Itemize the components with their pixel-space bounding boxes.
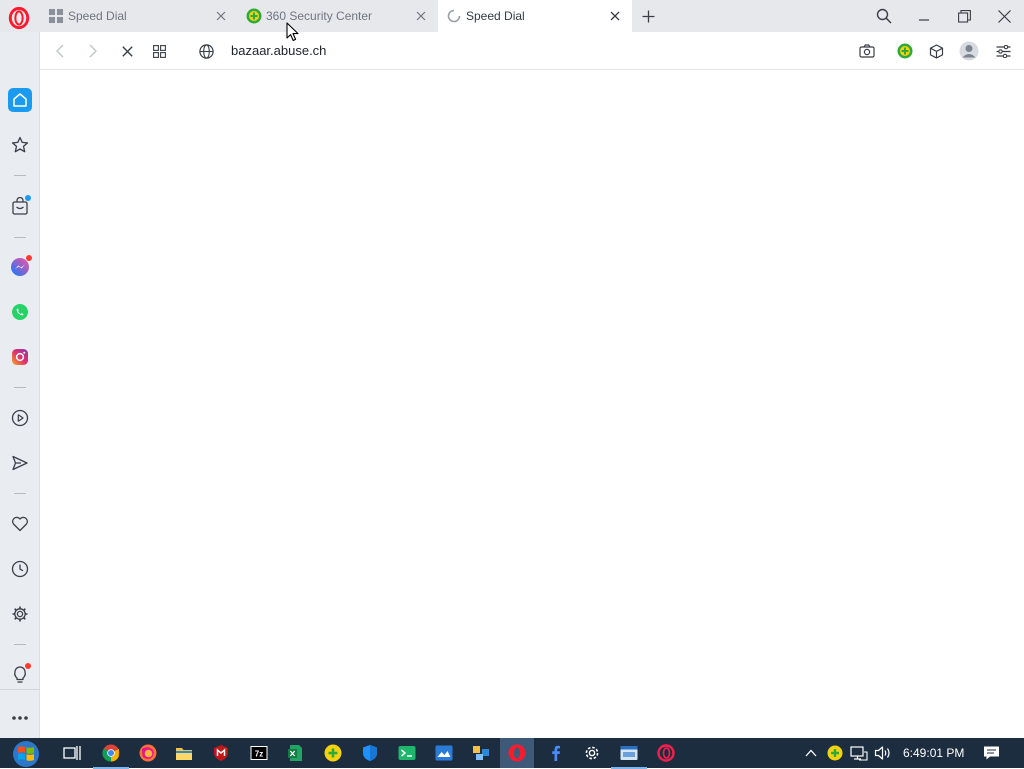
tab-speed-dial-1[interactable]: Speed Dial [40,0,238,31]
window-icon[interactable] [611,742,647,769]
volume-icon[interactable] [873,743,893,763]
firefox-icon[interactable] [137,742,159,764]
tab-label: Speed Dial [68,8,127,23]
tab-search-icon[interactable] [872,4,896,28]
file-explorer-icon[interactable] [173,742,195,764]
sidebar-divider [14,175,26,176]
sidebar-divider [0,689,40,690]
image-editor-icon[interactable] [433,742,455,764]
mouse-cursor-icon [286,22,299,42]
globe-icon[interactable] [196,41,216,61]
home-icon[interactable] [8,88,32,112]
sidebar [0,32,40,738]
url-input[interactable]: bazaar.abuse.ch [231,43,326,58]
sidebar-divider [14,237,26,238]
player-icon[interactable] [8,406,32,430]
tab-strip: Speed Dial 360 Security Center Speed Dia… [0,0,1024,32]
minimize-icon[interactable] [912,4,936,28]
close-tab-icon[interactable] [412,7,430,25]
opera-menu-icon[interactable] [8,7,30,29]
tab-label: 360 Security Center [266,8,373,23]
whatsapp-icon[interactable] [8,300,32,324]
close-tab-icon[interactable] [212,7,230,25]
taskbar-clock[interactable]: 6:49:01 PM [903,746,964,760]
close-window-icon[interactable] [992,4,1016,28]
sidebar-divider [14,493,26,494]
history-clock-icon[interactable] [8,557,32,581]
loading-spinner-icon [446,8,462,24]
show-hidden-chevron-icon[interactable] [801,743,821,763]
heart-icon[interactable] [8,512,32,536]
360-tray-icon[interactable] [825,743,845,763]
sidebar-divider [14,387,26,388]
restore-icon[interactable] [952,4,976,28]
address-bar: bazaar.abuse.ch [40,32,1024,70]
tab-label: Speed Dial [466,9,525,23]
windows-defender-icon[interactable] [359,742,381,764]
terminal-icon[interactable] [396,742,418,764]
close-tab-icon[interactable] [606,7,624,25]
sidebar-divider [14,644,26,645]
camera-snapshot-icon[interactable] [857,41,877,61]
page-content [40,70,1024,738]
windows-taskbar: 7z 6:49:01 PM [0,738,1024,769]
bookmarks-star-icon[interactable] [8,133,32,157]
cube-extension-icon[interactable] [926,41,946,61]
speed-dial-grid-icon [48,8,64,24]
back-icon[interactable] [50,41,70,61]
chrome-icon[interactable] [93,742,129,769]
tab-grid-icon[interactable] [149,41,169,61]
forward-icon[interactable] [83,41,103,61]
send-icon[interactable] [8,451,32,475]
360-security-icon [246,8,262,24]
tab-speed-dial-active[interactable]: Speed Dial [438,0,632,32]
svg-text:7z: 7z [255,750,263,759]
settings-icon[interactable] [581,742,603,764]
notification-icon[interactable] [981,743,1001,763]
easy-setup-icon[interactable] [993,41,1013,61]
shopping-bag-icon[interactable] [8,194,32,218]
mcafee-icon[interactable] [210,742,232,764]
settings-gear-icon[interactable] [8,602,32,626]
stop-loading-icon[interactable] [117,41,137,61]
messenger-icon[interactable] [8,255,32,279]
opera-taskbar-icon[interactable] [500,738,534,768]
360-extension-icon[interactable] [895,41,915,61]
network-tray-icon[interactable] [849,743,869,763]
opera-gx-icon[interactable] [655,742,677,764]
profile-avatar-icon[interactable] [959,41,979,61]
instagram-icon[interactable] [8,345,32,369]
start-button-icon[interactable] [6,739,46,769]
new-tab-icon[interactable] [637,5,659,27]
7zip-icon[interactable]: 7z [248,742,270,764]
lightbulb-icon[interactable] [8,663,32,687]
network-icon[interactable] [470,742,492,764]
tab-360-security-center[interactable]: 360 Security Center [238,0,438,31]
task-view-icon[interactable] [61,742,83,764]
facebook-icon[interactable] [545,742,567,764]
excel-icon[interactable] [284,742,306,764]
360-total-security-icon[interactable] [322,742,344,764]
more-dots-icon[interactable] [8,706,32,730]
